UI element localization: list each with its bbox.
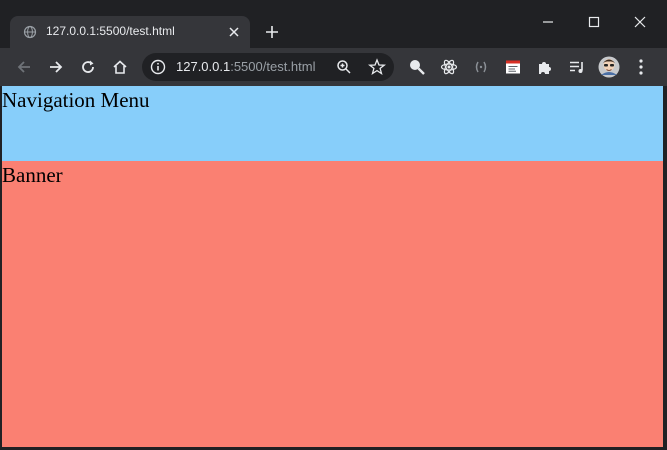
close-icon[interactable] (626, 8, 654, 36)
react-extension-icon[interactable] (437, 55, 461, 79)
puzzle-icon[interactable] (533, 55, 557, 79)
back-arrow-icon[interactable] (12, 55, 36, 79)
banner: Banner (2, 161, 663, 447)
info-icon[interactable] (150, 59, 166, 75)
browser-tab[interactable]: 127.0.0.1:5500/test.html (10, 16, 250, 48)
parens-extension-icon[interactable] (469, 55, 493, 79)
browser-window: 127.0.0.1:5500/test.html 127.0.0.1:5500/… (0, 0, 667, 450)
star-icon[interactable] (368, 58, 386, 76)
url-host: 127.0.0.1 (176, 59, 231, 74)
tab-title: 127.0.0.1:5500/test.html (46, 24, 175, 38)
globe-icon (23, 25, 37, 39)
avatar[interactable] (597, 55, 621, 79)
search-extension-icon[interactable] (405, 55, 429, 79)
tab-strip: 127.0.0.1:5500/test.html (0, 0, 667, 48)
url-path: :5500/test.html (230, 59, 316, 74)
browser-toolbar: 127.0.0.1:5500/test.html (0, 48, 667, 86)
home-icon[interactable] (108, 55, 132, 79)
reload-icon[interactable] (76, 55, 100, 79)
playlist-icon[interactable] (565, 55, 589, 79)
window-extension-icon[interactable] (501, 55, 525, 79)
kebab-menu-icon[interactable] (629, 55, 653, 79)
address-bar[interactable]: 127.0.0.1:5500/test.html (142, 53, 394, 81)
navigation-menu-label: Navigation Menu (2, 88, 150, 112)
minimize-icon[interactable] (534, 8, 562, 36)
maximize-icon[interactable] (580, 8, 608, 36)
new-tab-icon[interactable] (262, 22, 282, 42)
navigation-menu: Navigation Menu (2, 86, 663, 161)
page-viewport: Navigation Menu Banner (2, 86, 663, 447)
url-text[interactable]: 127.0.0.1:5500/test.html (176, 59, 316, 74)
forward-arrow-icon[interactable] (44, 55, 68, 79)
banner-label: Banner (2, 163, 63, 187)
zoom-icon[interactable] (336, 59, 352, 75)
tab-close-icon[interactable] (226, 24, 242, 40)
